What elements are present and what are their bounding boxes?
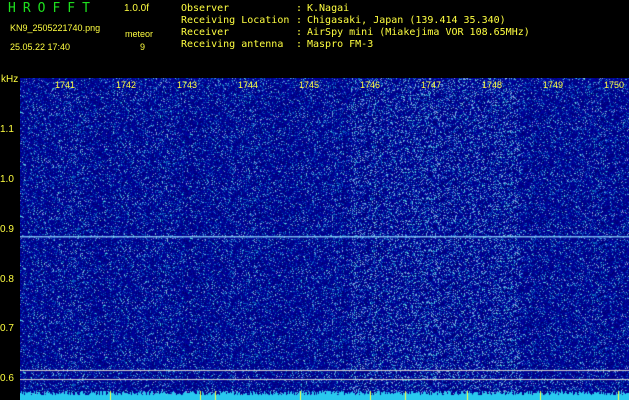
separator: : (296, 3, 303, 14)
y-tick-label: 0.9 (0, 224, 14, 235)
x-tick-label: 1744 (238, 80, 259, 90)
observer-row: Observer : K.Nagai (181, 3, 621, 15)
separator: : (296, 39, 303, 50)
x-tick-label: 1749 (543, 80, 564, 90)
antenna-label: Receiving antenna (181, 39, 284, 50)
antenna-value: Maspro FM-3 (307, 39, 374, 50)
x-tick-label: 1748 (482, 80, 503, 90)
location-value: Chigasaki, Japan (139.414 35.340) (307, 15, 506, 26)
y-tick-label: 1.0 (0, 174, 14, 185)
separator: : (296, 27, 303, 38)
meteor-count: 9 (140, 42, 146, 52)
version-label: 1.0.0f (124, 3, 150, 14)
antenna-row: Receiving antenna : Maspro FM-3 (181, 39, 621, 51)
receiver-value: AirSpy mini (Miakejima VOR 108.65MHz) (307, 27, 530, 38)
station-info: Observer : K.Nagai Receiving Location : … (181, 3, 621, 51)
y-tick-label: 0.7 (0, 323, 14, 334)
x-tick-label: 1741 (55, 80, 76, 90)
receiver-row: Receiver : AirSpy mini (Miakejima VOR 10… (181, 27, 621, 39)
separator: : (296, 15, 303, 26)
x-tick-label: 1742 (116, 80, 137, 90)
x-tick-label: 1746 (360, 80, 381, 90)
receiver-label: Receiver (181, 27, 230, 38)
spectrogram[interactable] (20, 78, 629, 400)
x-tick-label: 1747 (421, 80, 442, 90)
filename-label: KN9_2505221740.png (10, 23, 101, 33)
observer-value: K.Nagai (307, 3, 350, 14)
y-axis-unit: kHz (1, 74, 19, 85)
location-row: Receiving Location : Chigasaki, Japan (1… (181, 15, 621, 27)
location-label: Receiving Location (181, 15, 290, 26)
x-tick-label: 1745 (299, 80, 320, 90)
y-tick-label: 1.1 (0, 124, 14, 135)
header-panel: HROFFT 1.0.0f KN9_2505221740.png 25.05.2… (0, 0, 629, 76)
x-tick-label: 1743 (177, 80, 198, 90)
observer-label: Observer (181, 3, 230, 14)
datetime-label: 25.05.22 17:40 (10, 42, 71, 52)
meteor-label: meteor (125, 29, 154, 39)
app-title: HROFFT (8, 1, 97, 16)
y-tick-label: 0.8 (0, 274, 14, 285)
x-tick-label: 1750 (604, 80, 625, 90)
y-tick-label: 0.6 (0, 373, 14, 384)
